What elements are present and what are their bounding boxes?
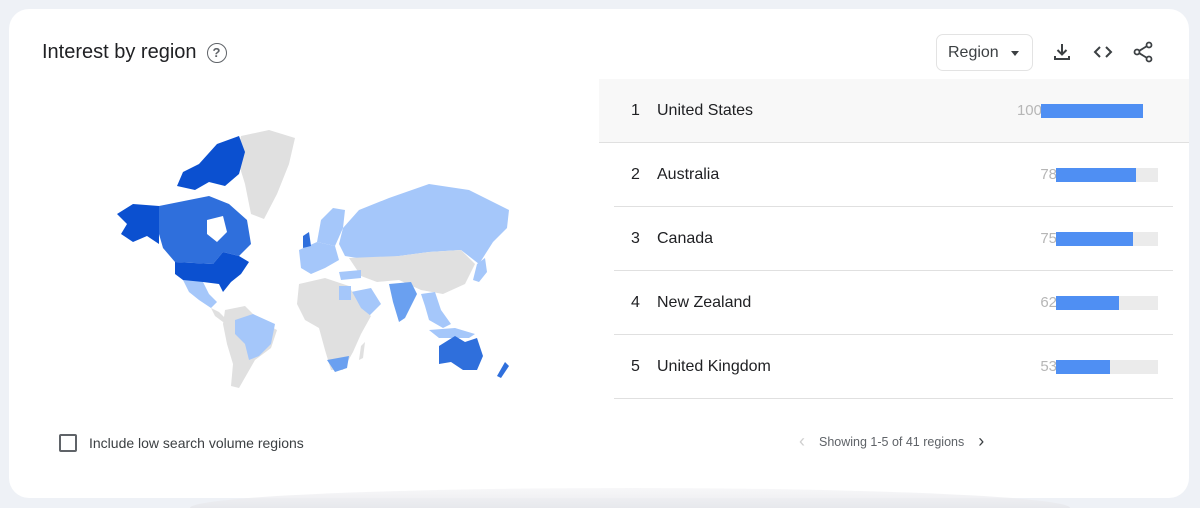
region-row[interactable]: 5 United Kingdom 53 [614, 335, 1173, 399]
region-value: 75 [1040, 230, 1057, 247]
region-rank: 3 [631, 229, 640, 247]
region-value: 78 [1040, 166, 1057, 183]
region-rank: 1 [631, 101, 640, 119]
resolution-dropdown[interactable]: Region [936, 34, 1033, 71]
region-ranking-list: 1 United States 100 2 Australia 78 3 Canada 75 4 N… [599, 79, 1189, 399]
region-bar-fill [1056, 359, 1111, 374]
region-name: Australia [657, 165, 720, 183]
map-region-new-zealand[interactable] [497, 362, 509, 378]
low-volume-toggle-row: Include low search volume regions [59, 434, 304, 452]
region-rank: 2 [631, 165, 640, 183]
interest-by-region-card: Interest by region ? Region Include low … [9, 9, 1189, 498]
caret-down-icon [1011, 51, 1019, 56]
pagination: ‹ Showing 1-5 of 41 regions › [799, 431, 984, 452]
region-bar-track [1056, 167, 1158, 182]
help-circle-icon[interactable]: ? [206, 42, 227, 63]
region-bar-track [1056, 295, 1158, 310]
map-region-southeast-asia[interactable] [421, 292, 451, 328]
chevron-left-icon[interactable]: ‹ [799, 431, 805, 452]
region-bar-fill [1056, 295, 1120, 310]
region-row[interactable]: 1 United States 100 [599, 79, 1189, 143]
map-region-india[interactable] [389, 282, 417, 322]
region-rank: 5 [631, 357, 640, 375]
map-region-madagascar[interactable] [359, 342, 365, 360]
map-region-indonesia[interactable] [429, 328, 475, 338]
region-row[interactable]: 2 Australia 78 [614, 143, 1173, 207]
region-name: United Kingdom [657, 357, 771, 375]
resolution-selected: Region [948, 43, 999, 61]
region-bar-track [1056, 231, 1158, 246]
map-region-turkey[interactable] [339, 270, 361, 280]
download-icon[interactable] [1050, 40, 1074, 64]
region-row[interactable]: 4 New Zealand 62 [614, 271, 1173, 335]
region-bar-fill [1056, 231, 1133, 246]
pagination-label: Showing 1-5 of 41 regions [819, 434, 965, 449]
region-bar-fill [1041, 103, 1143, 118]
chevron-right-icon[interactable]: › [978, 431, 984, 452]
low-volume-label: Include low search volume regions [89, 435, 304, 451]
region-value: 53 [1040, 358, 1057, 375]
region-name: United States [657, 101, 754, 119]
region-bar-fill [1056, 167, 1136, 182]
map-region-alaska[interactable] [117, 204, 159, 244]
region-rank: 4 [631, 293, 640, 311]
map-region-mexico[interactable] [183, 280, 217, 308]
map-region-canada-arctic[interactable] [177, 136, 245, 190]
region-value: 62 [1040, 294, 1057, 311]
map-region-united-kingdom[interactable] [303, 232, 311, 248]
map-region-greenland[interactable] [237, 130, 295, 219]
map-region-australia[interactable] [439, 336, 483, 370]
widget-title: Interest by region [42, 41, 197, 63]
region-value: 100 [1016, 102, 1042, 119]
region-row[interactable]: 3 Canada 75 [614, 207, 1173, 271]
region-name: New Zealand [657, 293, 752, 311]
region-bar-track [1056, 359, 1158, 374]
share-icon[interactable] [1131, 40, 1155, 64]
region-bar-track [1041, 103, 1143, 118]
map-region-canada[interactable] [159, 196, 251, 264]
embed-code-icon[interactable] [1091, 40, 1115, 64]
region-name: Canada [657, 229, 714, 247]
world-map[interactable] [99, 124, 519, 394]
map-region-russia[interactable] [339, 184, 509, 264]
map-region-egypt[interactable] [339, 286, 351, 300]
low-volume-checkbox[interactable] [59, 434, 77, 452]
widget-header: Interest by region ? [42, 41, 227, 64]
